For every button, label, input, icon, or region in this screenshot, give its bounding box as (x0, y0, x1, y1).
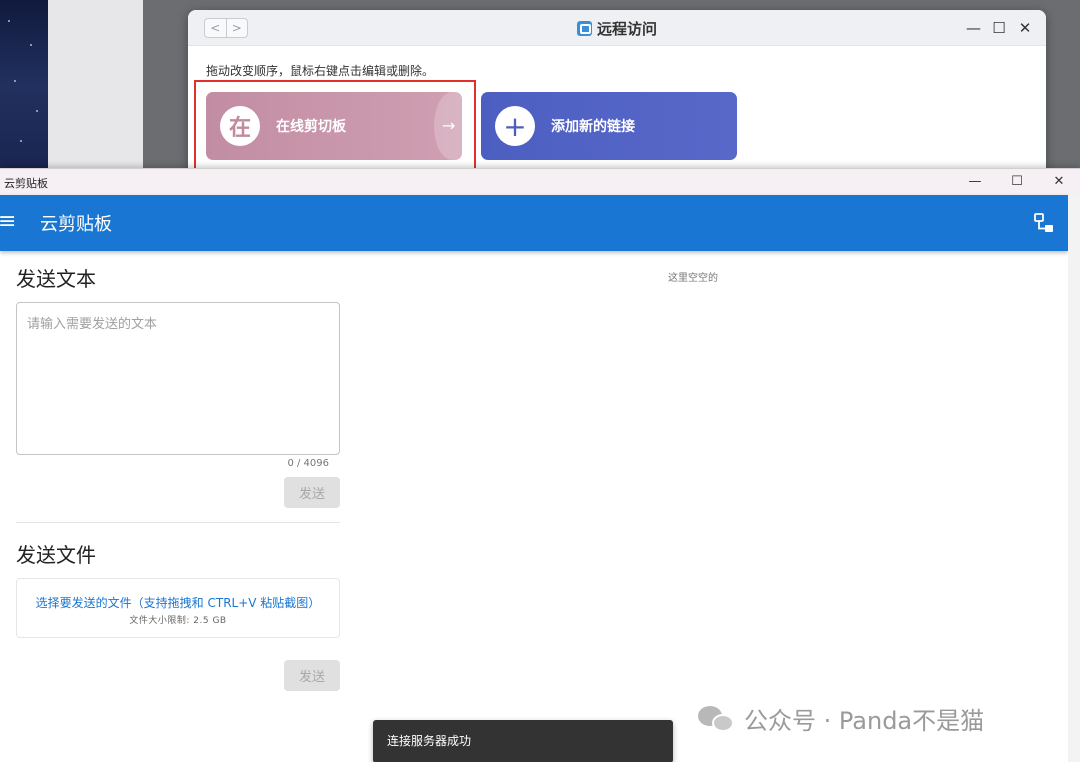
cloud-clipboard-window: 云剪贴板 — ☐ ✕ ≡ 云剪贴板 发送文本 0 / 4096 发送 发送文件 … (0, 168, 1080, 762)
add-link-card[interactable]: + 添加新的链接 (481, 92, 737, 160)
clipboard-maximize-button[interactable]: ☐ (996, 169, 1038, 195)
plus-icon: + (495, 106, 535, 146)
scrollbar[interactable] (1068, 195, 1080, 762)
remote-access-title-text: 远程访问 (596, 20, 657, 38)
file-size-limit: 文件大小限制: 2.5 GB (129, 616, 227, 626)
close-button[interactable]: ✕ (1018, 18, 1032, 38)
window-controls: — ☐ ✕ (966, 18, 1032, 38)
wechat-icon (698, 704, 736, 734)
clipboard-minimize-button[interactable]: — (954, 169, 996, 195)
clipboard-window-title: 云剪贴板 (4, 177, 48, 190)
desktop-panel (48, 0, 143, 170)
snackbar-notification: 连接服务器成功 (373, 720, 673, 762)
app-title: 云剪贴板 (40, 214, 112, 235)
maximize-button[interactable]: ☐ (992, 18, 1006, 38)
send-text-input[interactable] (17, 303, 339, 454)
hamburger-menu-icon[interactable]: ≡ (0, 208, 16, 236)
app-bar: ≡ 云剪贴板 (0, 195, 1068, 251)
remote-access-title: 远程访问 (188, 18, 1046, 39)
watermark-text: 公众号 · Panda不是猫 (744, 707, 985, 735)
remote-access-titlebar: < > 远程访问 — ☐ ✕ (188, 10, 1046, 46)
text-input-box[interactable] (16, 302, 340, 455)
network-devices-icon[interactable] (1034, 213, 1054, 233)
character-counter: 0 / 4096 (287, 458, 329, 469)
add-link-label: 添加新的链接 (551, 119, 635, 135)
highlight-box (194, 80, 476, 176)
watermark: 公众号 · Panda不是猫 (698, 701, 984, 736)
clipboard-titlebar: 云剪贴板 — ☐ ✕ (0, 169, 1080, 195)
minimize-button[interactable]: — (966, 18, 981, 38)
section-divider (16, 522, 340, 523)
desktop-wallpaper (0, 0, 48, 170)
send-file-heading: 发送文件 (16, 543, 96, 567)
send-text-heading: 发送文本 (16, 267, 96, 291)
clipboard-close-button[interactable]: ✕ (1038, 169, 1080, 195)
remote-access-app-icon (576, 21, 592, 36)
reorder-hint: 拖动改变顺序，鼠标右键点击编辑或删除。 (206, 64, 435, 78)
file-drop-zone[interactable]: 选择要发送的文件（支持拖拽和 CTRL+V 粘贴截图） 文件大小限制: 2.5 … (16, 578, 340, 638)
send-text-button[interactable]: 发送 (284, 477, 340, 508)
clipboard-window-controls: — ☐ ✕ (954, 169, 1080, 195)
file-select-prompt[interactable]: 选择要发送的文件（支持拖拽和 CTRL+V 粘贴截图） (17, 594, 339, 611)
send-file-button[interactable]: 发送 (284, 660, 340, 691)
empty-state-message: 这里空空的 (668, 273, 718, 284)
